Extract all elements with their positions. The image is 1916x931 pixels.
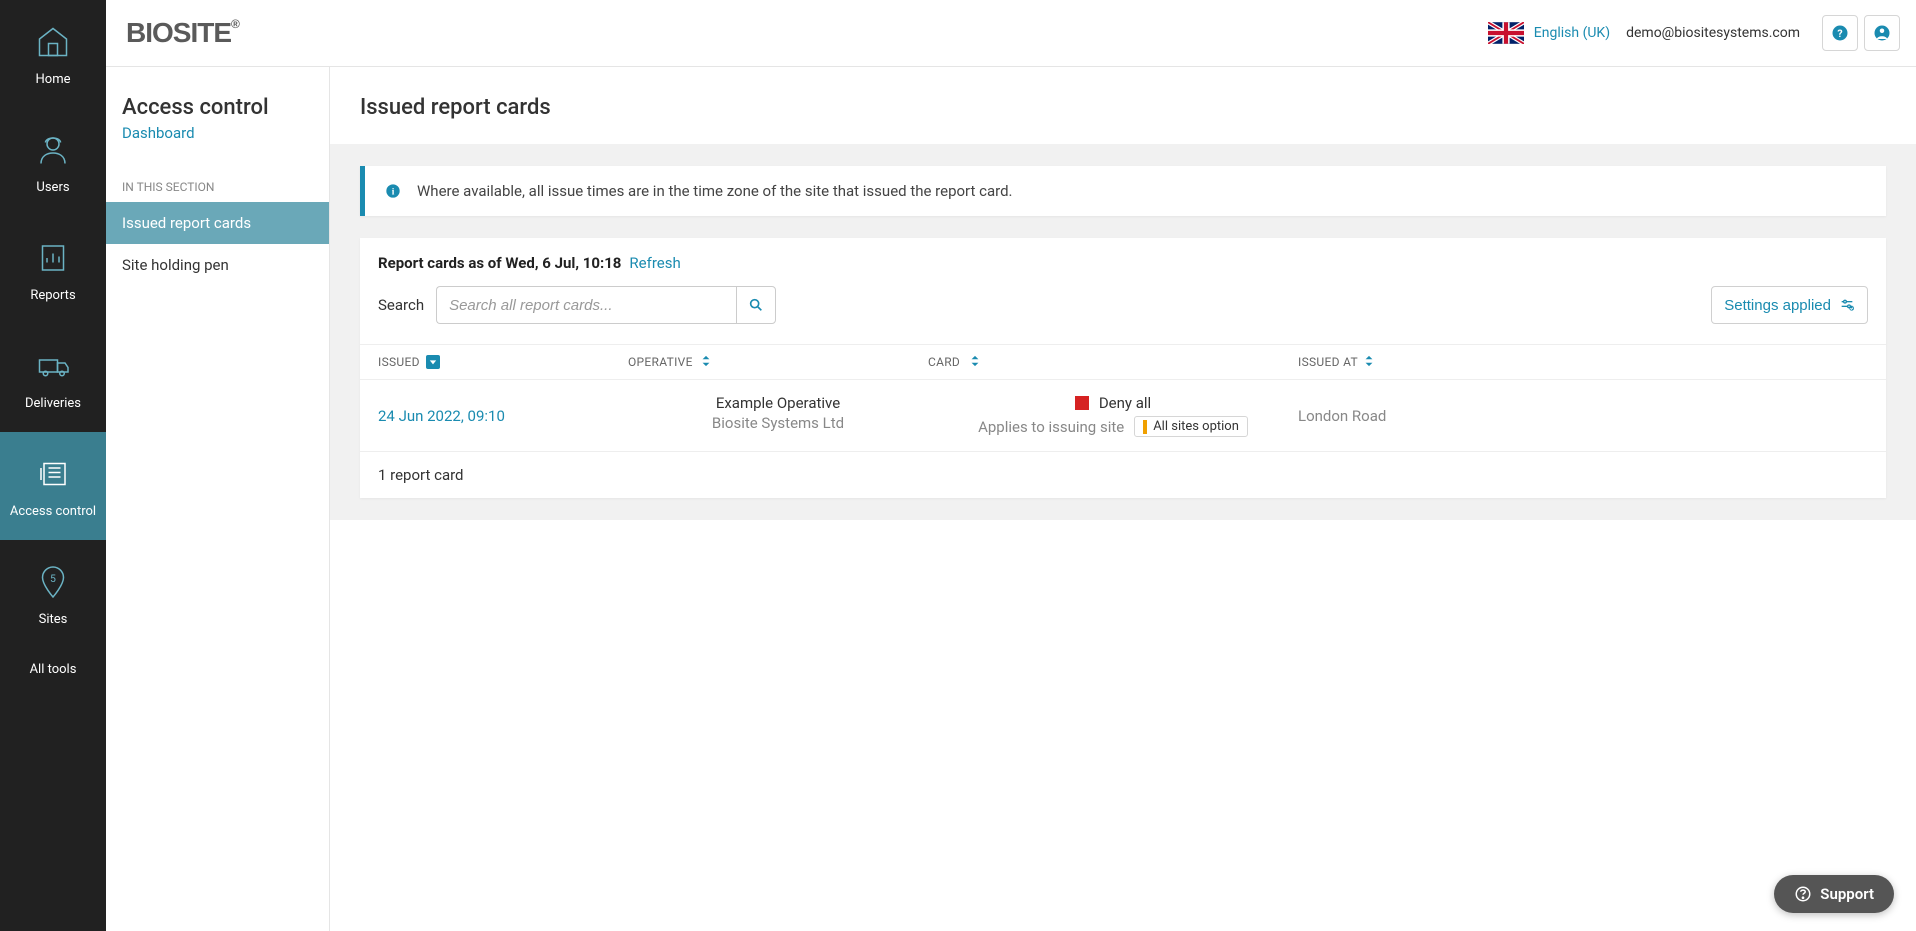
support-icon: [1794, 885, 1812, 903]
section-label: IN THIS SECTION: [106, 180, 329, 194]
search-icon: [748, 297, 764, 313]
operative-company: Biosite Systems Ltd: [712, 414, 844, 432]
nav-reports[interactable]: Reports: [0, 216, 106, 324]
col-header-issued[interactable]: ISSUED: [378, 355, 628, 369]
all-sites-tag[interactable]: All sites option: [1134, 416, 1248, 437]
search-row: Search Settings applied: [360, 286, 1886, 344]
refresh-link[interactable]: Refresh: [629, 254, 680, 272]
sub-nav-label: Issued report cards: [122, 214, 251, 232]
tag-label: All sites option: [1153, 419, 1239, 434]
nav-all-tools-label: All tools: [30, 662, 77, 677]
sort-icon: [1364, 355, 1374, 369]
tag-strip-icon: [1143, 420, 1147, 434]
col-label: CARD: [928, 355, 960, 369]
sites-icon: 5: [33, 562, 73, 602]
asof-time: Wed, 6 Jul, 10:18: [505, 254, 621, 272]
card-type: Deny all: [1099, 394, 1151, 412]
nav-deliveries-label: Deliveries: [25, 396, 81, 411]
col-label: OPERATIVE: [628, 355, 693, 369]
asof-prefix: Report cards as of: [378, 254, 505, 272]
table-footer: 1 report card: [360, 452, 1886, 498]
sort-icon: [970, 355, 980, 369]
access-control-icon: [33, 454, 73, 494]
settings-applied-label: Settings applied: [1724, 297, 1831, 314]
page-title: Issued report cards: [360, 95, 1886, 120]
top-header: BIOSITE® English (UK) demo@biositesystem…: [106, 0, 1916, 67]
support-label: Support: [1820, 885, 1874, 903]
account-icon: [1873, 24, 1891, 42]
report-cards-panel: Report cards as of Wed, 6 Jul, 10:18 Ref…: [360, 238, 1886, 498]
deny-indicator-icon: [1075, 396, 1089, 410]
help-icon: ?: [1831, 24, 1849, 42]
info-banner: i Where available, all issue times are i…: [360, 166, 1886, 216]
help-button[interactable]: ?: [1822, 15, 1858, 51]
svg-text:5: 5: [50, 572, 56, 585]
nav-reports-label: Reports: [30, 288, 75, 303]
svg-text:?: ?: [1837, 27, 1842, 40]
info-banner-text: Where available, all issue times are in …: [417, 182, 1013, 200]
table-header: ISSUED OPERATIVE: [360, 344, 1886, 380]
svg-text:i: i: [392, 187, 395, 197]
user-email: demo@biositesystems.com: [1626, 25, 1800, 41]
col-header-operative[interactable]: OPERATIVE: [628, 355, 928, 369]
sub-sidebar-title: Access control: [106, 95, 329, 120]
home-icon: [33, 22, 73, 62]
nav-all-tools[interactable]: All tools: [0, 648, 106, 691]
nav-users-label: Users: [36, 180, 69, 195]
nav-home[interactable]: Home: [0, 0, 106, 108]
nav-sites-label: Sites: [39, 612, 68, 627]
search-button[interactable]: [736, 286, 776, 324]
logo[interactable]: BIOSITE®: [126, 17, 239, 49]
nav-sites[interactable]: 5 Sites: [0, 540, 106, 648]
support-button[interactable]: Support: [1774, 875, 1894, 913]
table-row[interactable]: 24 Jun 2022, 09:10 Example Operative Bio…: [360, 380, 1886, 452]
language-link[interactable]: English (UK): [1534, 25, 1610, 41]
issued-at: London Road: [1298, 407, 1386, 425]
col-header-card[interactable]: CARD: [928, 355, 1298, 369]
logo-text: BIOSITE: [126, 17, 231, 48]
nav-access-control[interactable]: Access control: [0, 432, 106, 540]
sort-icon: [701, 355, 711, 369]
logo-reg: ®: [231, 17, 239, 31]
flag-icon[interactable]: [1488, 22, 1524, 44]
sub-nav-issued-report-cards[interactable]: Issued report cards: [106, 202, 329, 244]
account-button[interactable]: [1864, 15, 1900, 51]
main-content: Issued report cards i Where available, a…: [330, 67, 1916, 931]
sliders-icon: [1839, 297, 1855, 313]
issued-date-link[interactable]: 24 Jun 2022, 09:10: [378, 407, 505, 425]
info-icon: i: [385, 183, 401, 199]
icon-sidebar: Home Users Reports Deliveries Access con…: [0, 0, 106, 931]
search-label: Search: [378, 296, 424, 314]
deliveries-icon: [33, 346, 73, 386]
card-applies: Applies to issuing site: [978, 418, 1124, 436]
reports-icon: [33, 238, 73, 278]
settings-applied-button[interactable]: Settings applied: [1711, 286, 1868, 324]
dashboard-link[interactable]: Dashboard: [106, 124, 329, 142]
col-label: ISSUED AT: [1298, 355, 1358, 369]
sub-nav-site-holding-pen[interactable]: Site holding pen: [106, 244, 329, 286]
nav-deliveries[interactable]: Deliveries: [0, 324, 106, 432]
search-input[interactable]: [436, 286, 736, 324]
nav-access-control-label: Access control: [10, 504, 96, 519]
sub-sidebar: Access control Dashboard IN THIS SECTION…: [106, 67, 330, 931]
sort-desc-icon: [426, 355, 440, 369]
col-header-issued-at[interactable]: ISSUED AT: [1298, 355, 1868, 369]
nav-home-label: Home: [36, 72, 71, 87]
operative-name: Example Operative: [716, 394, 840, 412]
footer-count: 1 report card: [378, 466, 464, 484]
sub-nav-label: Site holding pen: [122, 256, 229, 274]
col-label: ISSUED: [378, 355, 420, 369]
nav-users[interactable]: Users: [0, 108, 106, 216]
panel-header: Report cards as of Wed, 6 Jul, 10:18 Ref…: [360, 238, 1886, 286]
users-icon: [33, 130, 73, 170]
